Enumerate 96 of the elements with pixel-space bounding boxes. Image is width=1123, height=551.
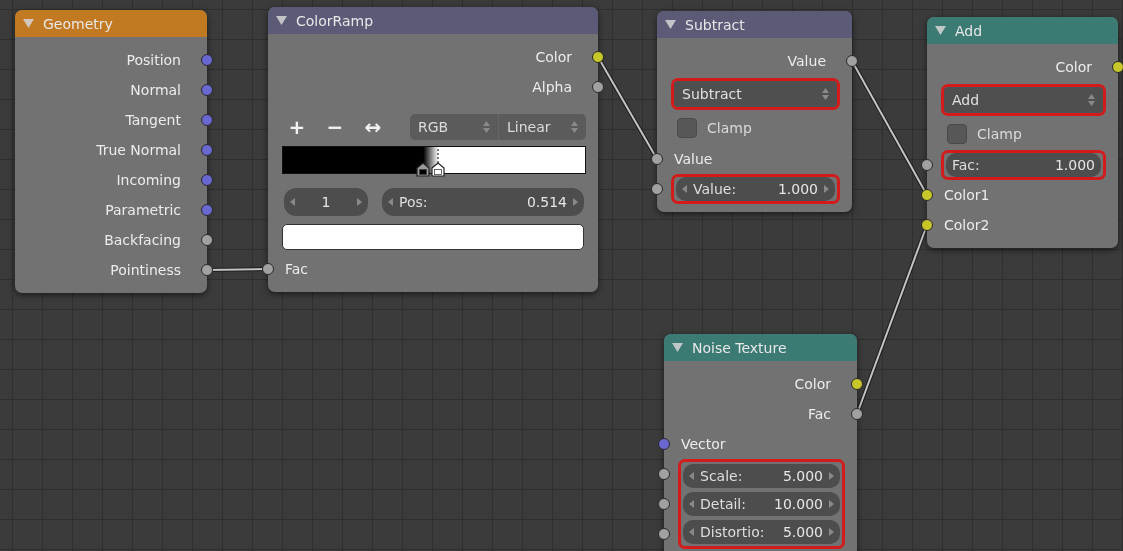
socket-dot[interactable] (262, 263, 274, 275)
socket-label: Color (794, 376, 831, 392)
socket-dot[interactable] (921, 219, 933, 231)
socket-label: Vector (681, 436, 726, 452)
dropdown-menu[interactable]: Subtract (674, 81, 837, 107)
arrow-left-icon[interactable] (290, 198, 295, 206)
arrow-right-icon[interactable] (829, 472, 834, 480)
socket-dot[interactable] (658, 468, 670, 480)
interpolation-dropdown[interactable]: Linear (498, 114, 586, 140)
ramp-stop-handle[interactable] (431, 149, 446, 177)
socket-label: Backfacing (104, 232, 181, 248)
socket-dot[interactable] (201, 84, 213, 96)
collapse-triangle-icon[interactable] (276, 16, 287, 25)
arrow-right-icon[interactable] (829, 500, 834, 508)
ramp-stop-handle[interactable] (416, 163, 431, 177)
socket-label: Normal (130, 82, 181, 98)
arrow-right-icon[interactable] (573, 198, 578, 206)
socket-label: Alpha (532, 79, 572, 95)
socket-dot[interactable] (592, 51, 604, 63)
node-header[interactable]: Subtract (657, 11, 852, 38)
socket-label: Parametric (105, 202, 181, 218)
number-field[interactable]: Value: 1.000 (676, 177, 835, 201)
node-header[interactable]: Add (927, 17, 1118, 44)
node-header[interactable]: Geometry (15, 10, 207, 37)
socket-dot[interactable] (651, 183, 663, 195)
socket-dot[interactable] (592, 81, 604, 93)
arrow-right-icon[interactable] (829, 528, 834, 536)
socket-label: True Normal (96, 142, 181, 158)
socket-label: Value (787, 53, 826, 69)
checkbox-label: Clamp (707, 120, 752, 136)
flip-button[interactable]: ↔ (358, 115, 388, 139)
arrow-left-icon[interactable] (689, 500, 694, 508)
checkbox[interactable] (677, 118, 697, 138)
number-field[interactable]: Detail: 10.000 (683, 492, 840, 516)
socket-dot[interactable] (201, 174, 213, 186)
number-field[interactable]: Scale: 5.000 (683, 464, 840, 488)
socket-label: Color2 (944, 217, 990, 233)
socket-label: Tangent (125, 112, 181, 128)
position-field[interactable]: Pos: 0.514 (382, 188, 584, 216)
checkbox[interactable] (947, 124, 967, 144)
socket-dot[interactable] (921, 189, 933, 201)
arrow-right-icon[interactable] (824, 185, 829, 193)
color-mode-dropdown[interactable]: RGB (410, 114, 498, 140)
socket-dot[interactable] (851, 378, 863, 390)
up-down-icon (822, 87, 829, 101)
socket-dot[interactable] (201, 144, 213, 156)
up-down-icon (483, 120, 490, 134)
collapse-triangle-icon[interactable] (672, 343, 683, 352)
node-title: Noise Texture (692, 339, 787, 356)
socket-dot[interactable] (201, 234, 213, 246)
socket-dot[interactable] (201, 204, 213, 216)
collapse-triangle-icon[interactable] (935, 26, 946, 35)
add-stop-button[interactable]: + (282, 115, 312, 139)
arrow-left-icon[interactable] (388, 198, 393, 206)
socket-label: Color (535, 49, 572, 65)
arrow-left-icon[interactable] (682, 185, 687, 193)
socket-label: Color1 (944, 187, 990, 203)
node-title: ColorRamp (296, 12, 374, 29)
stop-index-field[interactable]: 1 (284, 188, 368, 216)
arrow-right-icon[interactable] (357, 198, 362, 206)
collapse-triangle-icon[interactable] (665, 20, 676, 29)
number-field[interactable]: Fac: 1.000 (946, 153, 1101, 177)
socket-label: Fac (807, 406, 831, 422)
socket-label: Color (1055, 59, 1092, 75)
socket-label: Pointiness (110, 262, 181, 278)
socket-dot[interactable] (201, 54, 213, 66)
checkbox-label: Clamp (977, 126, 1022, 142)
socket-dot[interactable] (658, 528, 670, 540)
dropdown-menu[interactable]: Add (944, 87, 1103, 113)
arrow-left-icon[interactable] (689, 528, 694, 536)
socket-dot[interactable] (658, 438, 670, 450)
color-swatch[interactable] (282, 224, 584, 250)
socket-label: Incoming (116, 172, 181, 188)
node-title: Geometry (43, 15, 113, 32)
socket-dot[interactable] (1112, 61, 1123, 73)
node-header[interactable]: Noise Texture (664, 334, 857, 361)
color-ramp-bar[interactable] (282, 146, 586, 174)
socket-label: Position (126, 52, 181, 68)
node-title: Subtract (685, 16, 745, 33)
node-header[interactable]: ColorRamp (268, 7, 598, 34)
socket-dot[interactable] (851, 408, 863, 420)
socket-dot[interactable] (921, 159, 933, 171)
socket-dot[interactable] (651, 153, 663, 165)
socket-label: Value (674, 151, 713, 167)
socket-dot[interactable] (846, 55, 858, 67)
up-down-icon (1088, 93, 1095, 107)
socket-dot[interactable] (201, 264, 213, 276)
socket-dot[interactable] (658, 498, 670, 510)
remove-stop-button[interactable]: − (320, 115, 350, 139)
socket-label: Fac (285, 261, 309, 277)
arrow-left-icon[interactable] (689, 472, 694, 480)
node-title: Add (955, 22, 983, 39)
collapse-triangle-icon[interactable] (23, 19, 34, 28)
number-field[interactable]: Distortio: 5.000 (683, 520, 840, 544)
up-down-icon (571, 120, 578, 134)
socket-dot[interactable] (201, 114, 213, 126)
